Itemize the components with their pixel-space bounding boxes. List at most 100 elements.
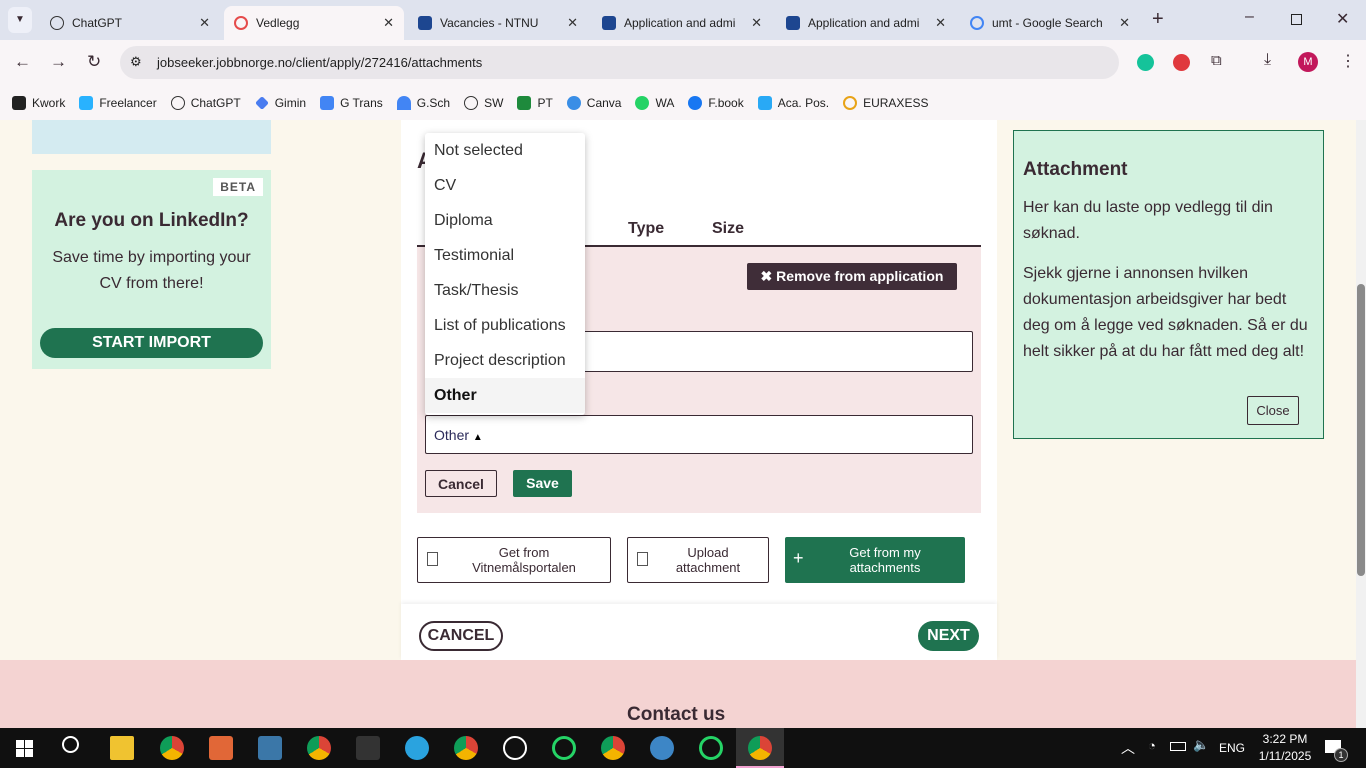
bookmark-label: G Trans bbox=[340, 95, 383, 110]
minimize-icon[interactable]: – bbox=[1245, 8, 1254, 26]
bookmark-gimin[interactable]: Gimin bbox=[254, 95, 307, 110]
option-task-thesis[interactable]: Task/Thesis bbox=[425, 273, 585, 308]
wifi-icon[interactable]: ◔ bbox=[1148, 738, 1156, 753]
chrome-icon[interactable] bbox=[601, 736, 625, 760]
chatgpt-icon bbox=[50, 16, 64, 30]
tab-vacancies[interactable]: Vacancies - NTNU ✕ bbox=[408, 6, 588, 40]
bookmark-sw[interactable]: SW bbox=[464, 95, 503, 110]
option-diploma[interactable]: Diploma bbox=[425, 203, 585, 238]
tab-chatgpt[interactable]: ChatGPT ✕ bbox=[40, 6, 220, 40]
attachment-type-select[interactable]: Other ▲ bbox=[425, 415, 973, 454]
whatsapp-icon[interactable] bbox=[699, 736, 723, 760]
page-scrollbar[interactable] bbox=[1356, 120, 1366, 728]
close-tab-icon[interactable]: ✕ bbox=[935, 15, 946, 31]
close-help-button[interactable]: Close bbox=[1247, 396, 1299, 425]
adblock-icon[interactable] bbox=[1173, 54, 1190, 71]
get-from-my-attachments-button[interactable]: + Get from my attachments bbox=[785, 537, 965, 583]
chrome-icon[interactable] bbox=[160, 736, 184, 760]
option-not-selected[interactable]: Not selected bbox=[425, 133, 585, 168]
option-other[interactable]: Other bbox=[425, 378, 585, 413]
cancel-button[interactable]: Cancel bbox=[425, 470, 497, 497]
extensions-icon[interactable]: ⧉ bbox=[1211, 52, 1222, 69]
cancel-application-button[interactable]: CANCEL bbox=[419, 621, 503, 651]
site-info-icon[interactable]: ⚙ bbox=[130, 54, 142, 70]
download-manager-icon[interactable] bbox=[650, 736, 674, 760]
bookmark-label: Canva bbox=[586, 95, 622, 110]
option-list-of-publications[interactable]: List of publications bbox=[425, 308, 585, 343]
upload-attachment-button[interactable]: Upload attachment bbox=[627, 537, 769, 583]
forward-icon[interactable]: → bbox=[50, 52, 67, 72]
tab-application-2[interactable]: Application and admi ✕ bbox=[776, 6, 956, 40]
restore-icon[interactable] bbox=[1291, 14, 1302, 25]
tab-vedlegg[interactable]: Vedlegg ✕ bbox=[224, 6, 404, 40]
bookmark-chatgpt[interactable]: ChatGPT bbox=[170, 95, 241, 110]
volume-icon[interactable]: 🔈 bbox=[1193, 737, 1209, 753]
tab-application-1[interactable]: Application and admi ✕ bbox=[592, 6, 772, 40]
close-tab-icon[interactable]: ✕ bbox=[383, 15, 394, 31]
menu-icon[interactable]: ⋮ bbox=[1340, 51, 1356, 71]
reload-icon[interactable]: ↻ bbox=[87, 52, 101, 72]
bookmark-freelancer[interactable]: Freelancer bbox=[79, 95, 157, 110]
button-label: Get from Vitnemålsportalen bbox=[472, 545, 576, 575]
grammarly-icon[interactable] bbox=[1137, 54, 1154, 71]
remove-label: Remove from application bbox=[776, 268, 944, 284]
bookmark-euraxess[interactable]: EURAXESS bbox=[843, 95, 929, 110]
chatgpt-icon[interactable] bbox=[503, 736, 527, 760]
close-tab-icon[interactable]: ✕ bbox=[199, 15, 210, 31]
app-icon[interactable] bbox=[356, 736, 380, 760]
language-indicator[interactable]: ENG bbox=[1219, 741, 1245, 755]
bookmark-label: WA bbox=[655, 95, 675, 110]
whatsapp-icon[interactable] bbox=[552, 736, 576, 760]
ntnu-icon bbox=[602, 16, 616, 30]
close-tab-icon[interactable]: ✕ bbox=[751, 15, 762, 31]
bookmark-acapos[interactable]: Aca. Pos. bbox=[757, 95, 829, 110]
option-testimonial[interactable]: Testimonial bbox=[425, 238, 585, 273]
close-icon: ✖ bbox=[760, 268, 777, 284]
chrome-icon[interactable] bbox=[307, 736, 331, 760]
close-window-icon[interactable]: ✕ bbox=[1336, 9, 1349, 29]
remove-from-application-button[interactable]: ✖ Remove from application bbox=[747, 263, 957, 290]
help-paragraph-1: Her kan du laste opp vedlegg til din søk… bbox=[1023, 199, 1273, 242]
next-button[interactable]: NEXT bbox=[918, 621, 979, 651]
get-from-vitnemalsportalen-button[interactable]: Get from Vitnemålsportalen bbox=[417, 537, 611, 583]
select-value: Other bbox=[434, 427, 470, 443]
option-project-description[interactable]: Project description bbox=[425, 343, 585, 378]
bookmark-canva[interactable]: Canva bbox=[566, 95, 622, 110]
bookmark-gtrans[interactable]: G Trans bbox=[320, 95, 383, 110]
bookmark-wa[interactable]: WA bbox=[635, 95, 675, 110]
notification-count-badge: 1 bbox=[1334, 748, 1348, 762]
bookmark-gsch[interactable]: G.Sch bbox=[396, 95, 450, 110]
tab-search-button[interactable]: ▼ bbox=[8, 7, 32, 33]
telegram-icon[interactable] bbox=[405, 736, 429, 760]
scrollbar-thumb[interactable] bbox=[1357, 284, 1365, 576]
freelancer-icon bbox=[79, 95, 94, 110]
clock[interactable]: 3:22 PM 1/11/2025 bbox=[1252, 731, 1318, 765]
tab-google[interactable]: umt - Google Search ✕ bbox=[960, 6, 1140, 40]
new-tab-icon[interactable]: + bbox=[1152, 8, 1164, 31]
date: 1/11/2025 bbox=[1258, 749, 1312, 763]
chrome-icon[interactable] bbox=[748, 736, 772, 760]
profile-avatar[interactable]: M bbox=[1298, 52, 1318, 72]
bookmark-label: Gimin bbox=[274, 95, 307, 110]
bookmark-pt[interactable]: PT bbox=[517, 95, 553, 110]
close-tab-icon[interactable]: ✕ bbox=[1119, 15, 1130, 31]
save-button[interactable]: Save bbox=[513, 470, 572, 497]
python-icon[interactable] bbox=[258, 736, 282, 760]
close-tab-icon[interactable]: ✕ bbox=[567, 15, 578, 31]
show-hidden-icons[interactable]: ︿ bbox=[1121, 738, 1135, 758]
file-explorer-icon[interactable] bbox=[110, 736, 134, 760]
matlab-icon[interactable] bbox=[209, 736, 233, 760]
start-import-button[interactable]: START IMPORT bbox=[40, 328, 263, 358]
bookmark-fbook[interactable]: F.book bbox=[688, 95, 744, 110]
search-icon[interactable] bbox=[62, 736, 79, 753]
address-bar[interactable]: ⚙ jobseeker.jobbnorge.no/client/apply/27… bbox=[120, 46, 1119, 79]
windows-start-icon[interactable] bbox=[16, 740, 33, 757]
chrome-icon[interactable] bbox=[454, 736, 478, 760]
download-icon[interactable]: ⤓ bbox=[1264, 51, 1271, 69]
bookmark-label: EURAXESS bbox=[863, 95, 929, 110]
caret-up-icon: ▲ bbox=[472, 432, 483, 443]
back-icon[interactable]: ← bbox=[14, 52, 31, 72]
battery-icon[interactable] bbox=[1170, 742, 1186, 751]
bookmark-kwork[interactable]: Kwork bbox=[12, 95, 65, 110]
option-cv[interactable]: CV bbox=[425, 168, 585, 203]
